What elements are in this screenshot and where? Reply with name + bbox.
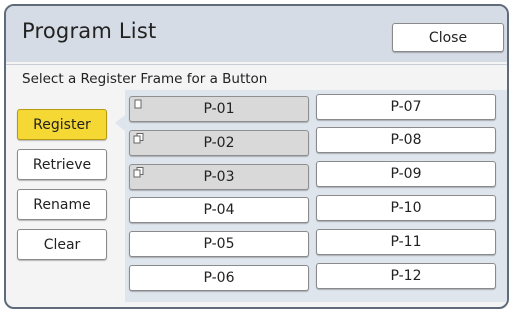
clear-button[interactable]: Clear [17,229,107,260]
program-button-p10[interactable]: P-10 [316,195,496,221]
program-label: P-02 [203,135,235,151]
retrieve-button[interactable]: Retrieve [17,149,107,180]
rename-button[interactable]: Rename [17,189,107,220]
program-button-p11[interactable]: P-11 [316,229,496,255]
program-button-p07[interactable]: P-07 [316,94,496,120]
single-document-icon [133,99,145,110]
program-button-p05[interactable]: P-05 [129,231,309,257]
instruction-text: Select a Register Frame for a Button [22,71,268,87]
program-label: P-01 [203,101,235,117]
multi-document-icon [133,133,145,144]
dialog-title: Program List [22,19,157,43]
multi-document-icon [133,167,145,178]
selection-pointer [115,115,125,131]
program-button-p12[interactable]: P-12 [316,263,496,289]
program-button-p04[interactable]: P-04 [129,197,309,223]
program-list-dialog: Program List Close Select a Register Fra… [4,4,509,309]
program-button-p03[interactable]: P-03 [129,164,309,190]
register-button[interactable]: Register [17,109,107,140]
divider [6,64,507,65]
program-button-p08[interactable]: P-08 [316,127,496,153]
program-button-p02[interactable]: P-02 [129,130,309,156]
program-button-p01[interactable]: P-01 [129,96,309,122]
close-button[interactable]: Close [392,23,504,52]
program-label: P-03 [203,169,235,185]
title-bar: Program List Close [6,6,507,62]
program-button-p06[interactable]: P-06 [129,265,309,291]
program-button-p09[interactable]: P-09 [316,161,496,187]
